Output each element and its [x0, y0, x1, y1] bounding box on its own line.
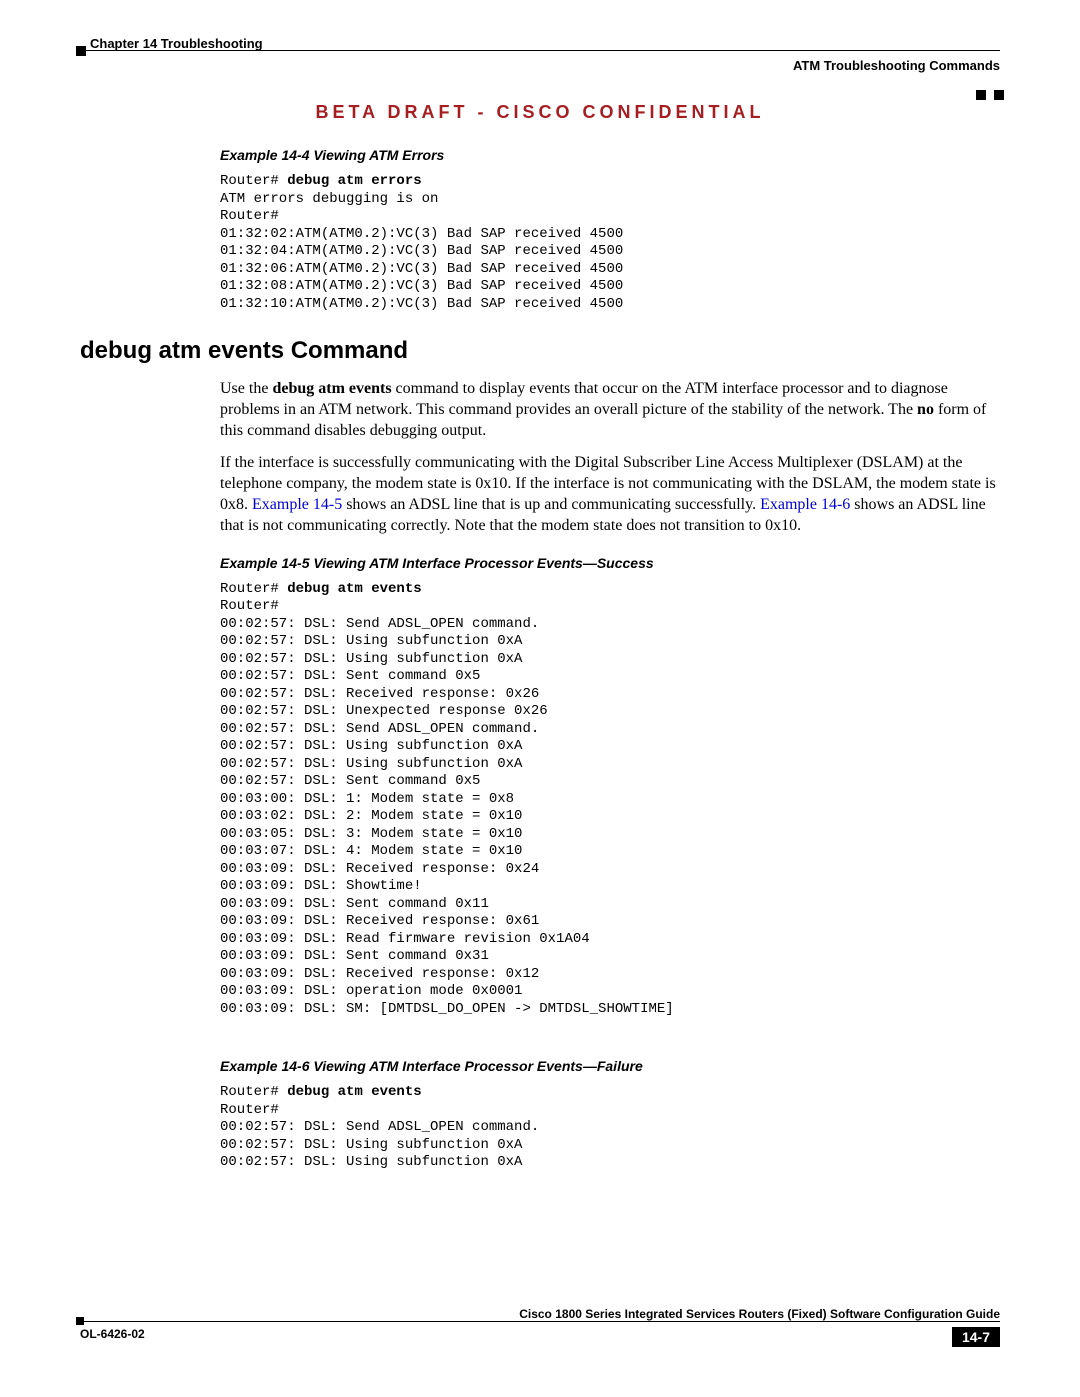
decor-square: [76, 46, 86, 56]
footer-doc-title: Cisco 1800 Series Integrated Services Ro…: [519, 1307, 1000, 1321]
header-chapter: Chapter 14 Troubleshooting: [90, 36, 263, 51]
command: debug atm events: [287, 1084, 421, 1100]
link-example-14-5[interactable]: Example 14-5: [252, 496, 342, 513]
section-body: Use the debug atm events command to disp…: [220, 379, 1000, 1172]
main-content: Example 14-4 Viewing ATM Errors Router# …: [220, 147, 1000, 313]
section-heading: debug atm events Command: [80, 337, 1000, 365]
prompt: Router#: [220, 581, 287, 597]
output-lines: ATM errors debugging is on Router# 01:32…: [220, 191, 623, 312]
page-header: Chapter 14 Troubleshooting ATM Troublesh…: [80, 36, 1000, 84]
paragraph-1: Use the debug atm events command to disp…: [220, 379, 1000, 441]
paragraph-2: If the interface is successfully communi…: [220, 453, 1000, 536]
header-rule: [80, 50, 1000, 51]
confidential-banner: BETA DRAFT - CISCO CONFIDENTIAL: [80, 102, 1000, 123]
text: shows an ADSL line that is up and commun…: [342, 496, 760, 513]
decor-square: [994, 90, 1004, 100]
output-lines: Router# 00:02:57: DSL: Send ADSL_OPEN co…: [220, 1102, 539, 1171]
text: Use the: [220, 380, 272, 397]
output-lines: Router# 00:02:57: DSL: Send ADSL_OPEN co…: [220, 598, 674, 1017]
command-ref: debug atm events: [272, 380, 391, 397]
page-number: 14-7: [952, 1327, 1000, 1347]
decor-square: [76, 1317, 84, 1325]
example-14-6-title: Example 14-6 Viewing ATM Interface Proce…: [220, 1058, 1000, 1074]
link-example-14-6[interactable]: Example 14-6: [760, 496, 850, 513]
decor-square: [976, 90, 986, 100]
example-14-4-output: Router# debug atm errors ATM errors debu…: [220, 173, 1000, 313]
example-14-4-title: Example 14-4 Viewing ATM Errors: [220, 147, 1000, 163]
example-14-5-title: Example 14-5 Viewing ATM Interface Proce…: [220, 555, 1000, 571]
prompt: Router#: [220, 1084, 287, 1100]
footer-rule: [80, 1321, 1000, 1322]
example-14-5-output: Router# debug atm events Router# 00:02:5…: [220, 581, 1000, 1019]
header-section: ATM Troubleshooting Commands: [793, 58, 1000, 73]
command: debug atm errors: [287, 173, 421, 189]
prompt: Router#: [220, 173, 287, 189]
page-footer: Cisco 1800 Series Integrated Services Ro…: [80, 1321, 1000, 1361]
example-14-6-output: Router# debug atm events Router# 00:02:5…: [220, 1084, 1000, 1172]
command: debug atm events: [287, 581, 421, 597]
footer-doc-number: OL-6426-02: [80, 1327, 145, 1341]
keyword-no: no: [917, 401, 934, 418]
